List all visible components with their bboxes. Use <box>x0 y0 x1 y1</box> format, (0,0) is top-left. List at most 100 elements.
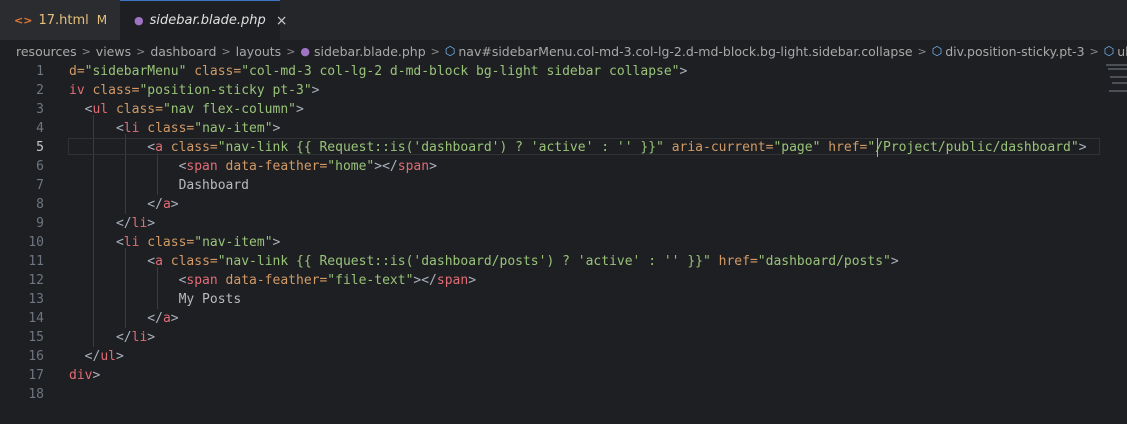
code-text[interactable]: </a> <box>69 195 178 214</box>
code-token: span <box>397 159 430 174</box>
tab-17-html[interactable]: <> 17.html M <box>0 0 120 40</box>
code-token: href= <box>718 254 758 269</box>
breadcrumb-item-resources[interactable]: resources <box>16 44 77 59</box>
code-token: </ <box>147 311 163 326</box>
code-token: iv <box>69 83 85 98</box>
code-token: "position-sticky pt-3" <box>139 83 312 98</box>
code-text[interactable]: My Posts <box>69 290 242 309</box>
breadcrumb-separator: > <box>221 44 231 58</box>
code-token: > <box>115 349 124 364</box>
code-token: span <box>436 273 469 288</box>
code-token: > <box>679 64 688 79</box>
code-line[interactable]: 15 </li> <box>0 328 1127 347</box>
breadcrumb-item-views[interactable]: views <box>96 44 131 59</box>
code-line[interactable]: 11 <a class="nav-link {{ Request::is('da… <box>0 252 1127 271</box>
code-token: My Posts <box>69 292 242 307</box>
code-text[interactable]: <li class="nav-item"> <box>69 233 280 252</box>
line-number: 3 <box>36 102 44 117</box>
minimap-line <box>1112 82 1127 84</box>
code-line[interactable]: 14 </a> <box>0 309 1127 328</box>
code-text[interactable]: <span data-feather="file-text"></span> <box>69 271 476 290</box>
breadcrumb-item-layouts[interactable]: layouts <box>236 44 282 59</box>
code-text[interactable]: <li class="nav-item"> <box>69 119 280 138</box>
code-line[interactable]: 9 </li> <box>0 214 1127 233</box>
code-text[interactable]: d="sidebarMenu" class="col-md-3 col-lg-2… <box>69 62 687 81</box>
code-token: ul <box>100 349 116 364</box>
breadcrumb-item-file[interactable]: sidebar.blade.php <box>314 44 426 59</box>
code-token: d= <box>69 64 85 79</box>
line-number: 14 <box>28 311 44 326</box>
code-token: "nav-item" <box>194 121 273 136</box>
line-number: 15 <box>28 330 44 345</box>
code-line[interactable]: 4 <li class="nav-item"> <box>0 119 1127 138</box>
code-token: aria-current= <box>671 140 774 155</box>
code-text[interactable]: </li> <box>69 214 155 233</box>
code-token: > <box>92 368 101 383</box>
code-token: < <box>115 235 124 250</box>
code-line[interactable]: 13 My Posts <box>0 290 1127 309</box>
code-token: "page" <box>773 140 821 155</box>
code-text[interactable]: </ul> <box>69 347 124 366</box>
line-number: 13 <box>28 292 44 307</box>
breadcrumb-separator: > <box>917 44 927 58</box>
minimap-line <box>1110 76 1127 78</box>
code-token: > <box>170 311 179 326</box>
code-token: > <box>296 102 304 117</box>
breadcrumb-item-nav[interactable]: nav#sidebarMenu.col-md-3.col-lg-2.d-md-b… <box>458 44 912 59</box>
breadcrumb-item-div[interactable]: div.position-sticky.pt-3 <box>945 44 1084 59</box>
code-token: class= <box>115 102 163 117</box>
code-text[interactable]: iv class="position-sticky pt-3"> <box>69 81 319 100</box>
minimap[interactable] <box>1106 64 1127 104</box>
line-number: 10 <box>28 235 44 250</box>
code-token: > <box>147 216 156 231</box>
code-text[interactable]: </li> <box>69 328 155 347</box>
code-text[interactable]: <span data-feather="home"></span> <box>69 157 437 176</box>
code-line[interactable]: 3 <ul class="nav flex-column"> <box>0 100 1127 119</box>
close-icon[interactable]: × <box>276 13 288 29</box>
line-number: 1 <box>36 64 44 79</box>
code-line[interactable]: 12 <span data-feather="file-text"></span… <box>0 271 1127 290</box>
code-line[interactable]: 7 Dashboard <box>0 176 1127 195</box>
breadcrumb-separator: > <box>430 44 440 58</box>
breadcrumb-item-ul[interactable]: ul.nav.flex-colu <box>1117 44 1127 59</box>
tab-label: sidebar.blade.php <box>149 13 266 28</box>
code-token: > <box>147 330 156 345</box>
line-number: 2 <box>36 83 44 98</box>
code-editor[interactable]: 1 d="sidebarMenu" class="col-md-3 col-lg-… <box>0 62 1127 424</box>
code-line[interactable]: 1 d="sidebarMenu" class="col-md-3 col-lg-… <box>0 62 1127 81</box>
code-token: a <box>155 140 163 155</box>
code-line[interactable]: 5 <a class="nav-link {{ Request::is('das… <box>0 138 1127 157</box>
code-token: ></ <box>413 273 437 288</box>
tab-sidebar-blade-php[interactable]: ● sidebar.blade.php × <box>120 0 287 40</box>
code-text[interactable]: <a class="nav-link {{ Request::is('dashb… <box>69 138 1086 157</box>
breadcrumb-item-dashboard[interactable]: dashboard <box>150 44 216 59</box>
code-line[interactable]: 10 <li class="nav-item"> <box>0 233 1127 252</box>
code-line[interactable]: 16 </ul> <box>0 347 1127 366</box>
code-line[interactable]: 2 iv class="position-sticky pt-3"> <box>0 81 1127 100</box>
code-text[interactable]: </a> <box>69 309 179 328</box>
code-token: "/Project/public/dashboard" <box>867 140 1079 155</box>
code-token: class= <box>194 64 242 79</box>
breadcrumb-separator: > <box>1089 44 1099 58</box>
code-text[interactable]: div> <box>69 366 100 385</box>
code-text[interactable]: <ul class="nav flex-column"> <box>69 100 304 119</box>
code-token: a <box>162 311 171 326</box>
breadcrumb-separator: > <box>286 44 296 58</box>
code-line[interactable]: 18 <box>0 385 1127 404</box>
code-token: class= <box>147 235 195 250</box>
code-text[interactable]: <a class="nav-link {{ Request::is('dashb… <box>69 252 898 271</box>
code-token: > <box>429 159 437 174</box>
code-token: </ <box>115 216 132 231</box>
code-text[interactable]: Dashboard <box>69 176 249 195</box>
code-line[interactable]: 17 div> <box>0 366 1127 385</box>
code-line[interactable]: 8 </a> <box>0 195 1127 214</box>
code-line[interactable]: 6 <span data-feather="home"></span> <box>0 157 1127 176</box>
